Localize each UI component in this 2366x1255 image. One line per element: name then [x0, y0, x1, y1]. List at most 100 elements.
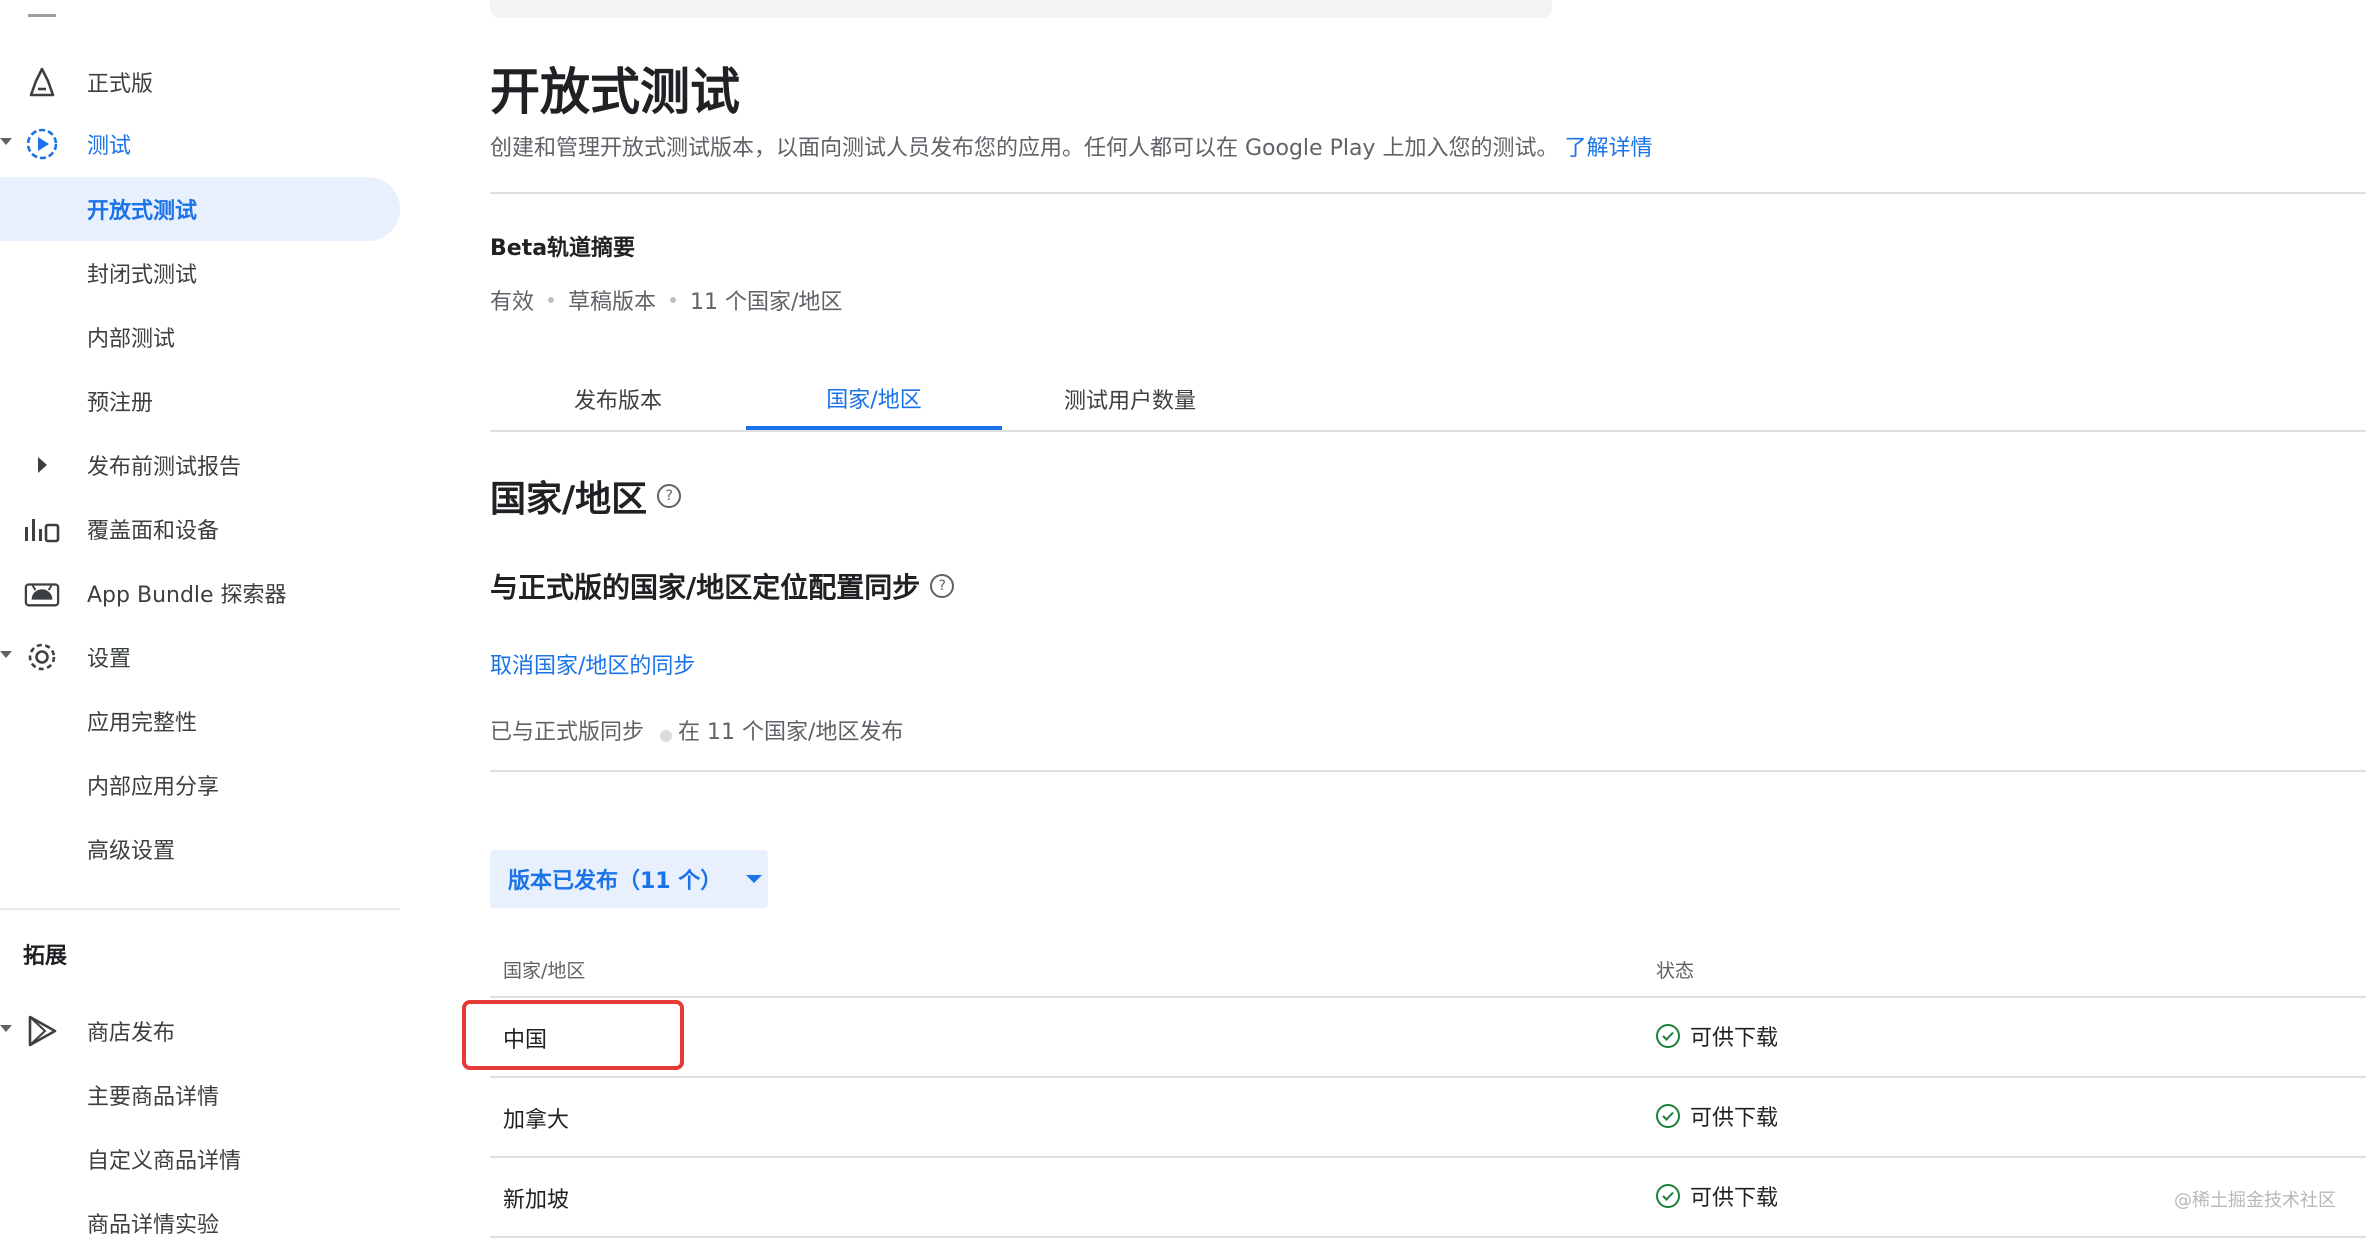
sidebar-item-setup[interactable]: 设置: [0, 625, 400, 689]
dropdown-arrow-icon: [746, 875, 763, 883]
sidebar-item-label: 商店发布: [87, 1021, 176, 1046]
sidebar-item-main-store-listing[interactable]: 主要商品详情: [0, 1063, 400, 1127]
page-title: 开放式测试: [490, 63, 740, 121]
sidebar-item-internal-app-sharing[interactable]: 内部应用分享: [0, 753, 400, 817]
sidebar-item-label: 封闭式测试: [87, 263, 198, 288]
sidebar-top-divider: [28, 14, 56, 20]
tab-bar: 发布版本 国家/地区 测试用户数量: [490, 370, 2366, 432]
column-header-status[interactable]: 状态: [1656, 956, 1694, 983]
sidebar-item-label: 预注册: [87, 391, 154, 416]
tab-countries[interactable]: 国家/地区: [746, 370, 1002, 431]
sidebar-section-grow: 拓展: [23, 944, 68, 969]
divider: [490, 770, 2366, 772]
sidebar-item-store-presence[interactable]: 商店发布: [0, 999, 400, 1063]
sidebar-item-label: 测试: [87, 134, 132, 159]
country-name: 新加坡: [503, 1188, 570, 1213]
track-summary-title: Beta轨道摘要: [490, 236, 636, 261]
sync-title: 与正式版的国家/地区定位配置同步 ?: [490, 566, 955, 606]
android-icon: [24, 575, 60, 611]
chevron-down-icon[interactable]: [0, 138, 12, 145]
table-row: 中国 可供下载: [490, 998, 2366, 1078]
sidebar-item-label: 设置: [87, 647, 132, 672]
sync-title-text: 与正式版的国家/地区定位配置同步: [490, 571, 921, 604]
main-content: 开放式测试 创建和管理开放式测试版本，以面向测试人员发布您的应用。任何人都可以在…: [490, 0, 2366, 1242]
sidebar-item-label: 主要商品详情: [87, 1085, 220, 1110]
sidebar-item-production[interactable]: 正式版: [0, 50, 400, 114]
sync-release-text: 在 11 个国家/地区发布: [678, 720, 904, 745]
check-circle-icon: [1656, 1024, 1680, 1048]
status-cell: 可供下载: [1656, 1020, 1778, 1052]
tab-divider: [490, 430, 2366, 432]
top-banner: [490, 0, 1552, 18]
sidebar-item-label: 内部应用分享: [87, 775, 220, 800]
track-summary: 有效 草稿版本 11 个国家/地区: [490, 284, 842, 316]
sidebar-item-label: 覆盖面和设备: [87, 519, 220, 544]
gear-icon: [24, 639, 60, 675]
sidebar-item-open-testing[interactable]: 开放式测试: [0, 177, 400, 241]
chevron-right-icon[interactable]: [38, 457, 47, 473]
description-text: 创建和管理开放式测试版本，以面向测试人员发布您的应用。任何人都可以在 Googl…: [490, 136, 1559, 161]
tab-testers[interactable]: 测试用户数量: [1002, 370, 1258, 428]
separator-dot: [660, 730, 673, 742]
column-header-country[interactable]: 国家/地区: [503, 956, 585, 983]
learn-more-link[interactable]: 了解详情: [1564, 136, 1652, 161]
sidebar-item-store-listing-experiments[interactable]: 商品详情实验: [0, 1191, 400, 1255]
divider: [490, 192, 2366, 194]
sidebar-item-custom-store-listings[interactable]: 自定义商品详情: [0, 1127, 400, 1191]
check-circle-icon: [1656, 1184, 1680, 1208]
sidebar-item-pre-registration[interactable]: 预注册: [0, 369, 400, 433]
release-filter-dropdown[interactable]: 版本已发布（11 个）: [490, 850, 768, 908]
filter-label: 版本已发布（11 个）: [508, 869, 723, 894]
testing-icon: [24, 126, 60, 162]
sync-status-text: 已与正式版同步: [490, 720, 645, 745]
help-icon[interactable]: ?: [657, 484, 682, 508]
sidebar-item-label: App Bundle 探索器: [87, 583, 287, 608]
sidebar-item-label: 商品详情实验: [87, 1213, 220, 1238]
track-countries: 11 个国家/地区: [690, 290, 843, 315]
bar-chart-icon: [24, 511, 60, 547]
section-title-text: 国家/地区: [490, 479, 648, 520]
watermark: @稀土掘金技术社区: [2174, 1190, 2336, 1211]
production-icon: [24, 64, 60, 100]
sidebar-item-label: 正式版: [87, 72, 154, 97]
sidebar-item-app-bundle-explorer[interactable]: App Bundle 探索器: [0, 561, 400, 625]
sidebar-item-testing[interactable]: 测试: [0, 112, 400, 176]
sidebar-item-label: 内部测试: [87, 327, 176, 352]
table-row: 加拿大 可供下载: [490, 1078, 2366, 1158]
sidebar-item-advanced-settings[interactable]: 高级设置: [0, 817, 400, 881]
sidebar-item-internal-testing[interactable]: 内部测试: [0, 305, 400, 369]
status-text: 可供下载: [1690, 1106, 1779, 1131]
status-cell: 可供下载: [1656, 1180, 1778, 1212]
tab-releases[interactable]: 发布版本: [490, 370, 746, 428]
sidebar-item-closed-testing[interactable]: 封闭式测试: [0, 241, 400, 305]
chevron-down-icon[interactable]: [0, 1025, 12, 1032]
table-row: 新加坡 可供下载: [490, 1158, 2366, 1238]
separator-dot: [670, 297, 677, 303]
section-title: 国家/地区 ?: [490, 470, 682, 522]
sidebar-divider: [0, 908, 400, 910]
sidebar-item-pre-launch-report[interactable]: 发布前测试报告: [0, 433, 400, 497]
status-text: 可供下载: [1690, 1026, 1779, 1051]
help-icon[interactable]: ?: [930, 574, 955, 598]
check-circle-icon: [1656, 1104, 1680, 1128]
sidebar-item-label: 高级设置: [87, 839, 176, 864]
sidebar-item-label: 开放式测试: [87, 199, 198, 224]
sidebar-item-label: 应用完整性: [87, 711, 198, 736]
status-text: 可供下载: [1690, 1186, 1779, 1211]
sidebar-item-label: 自定义商品详情: [87, 1149, 242, 1174]
country-name: 加拿大: [503, 1108, 570, 1133]
sidebar-item-label: 发布前测试报告: [87, 455, 242, 480]
sync-status: 已与正式版同步 在 11 个国家/地区发布: [490, 714, 903, 746]
sidebar-item-app-integrity[interactable]: 应用完整性: [0, 689, 400, 753]
highlight-annotation-box: [462, 1000, 684, 1070]
separator-dot: [548, 297, 555, 303]
unsync-countries-link[interactable]: 取消国家/地区的同步: [490, 648, 695, 680]
sidebar-item-reach-devices[interactable]: 覆盖面和设备: [0, 497, 400, 561]
store-listing-icon: [24, 1013, 60, 1049]
track-status: 有效: [490, 290, 535, 315]
chevron-down-icon[interactable]: [0, 651, 12, 658]
page-description: 创建和管理开放式测试版本，以面向测试人员发布您的应用。任何人都可以在 Googl…: [490, 130, 1652, 162]
track-draft: 草稿版本: [568, 290, 657, 315]
status-cell: 可供下载: [1656, 1100, 1778, 1132]
sidebar: 正式版 测试 开放式测试 封闭式测试 内部测试 预注册 发布前测试报告 覆盖面和…: [0, 0, 400, 1242]
